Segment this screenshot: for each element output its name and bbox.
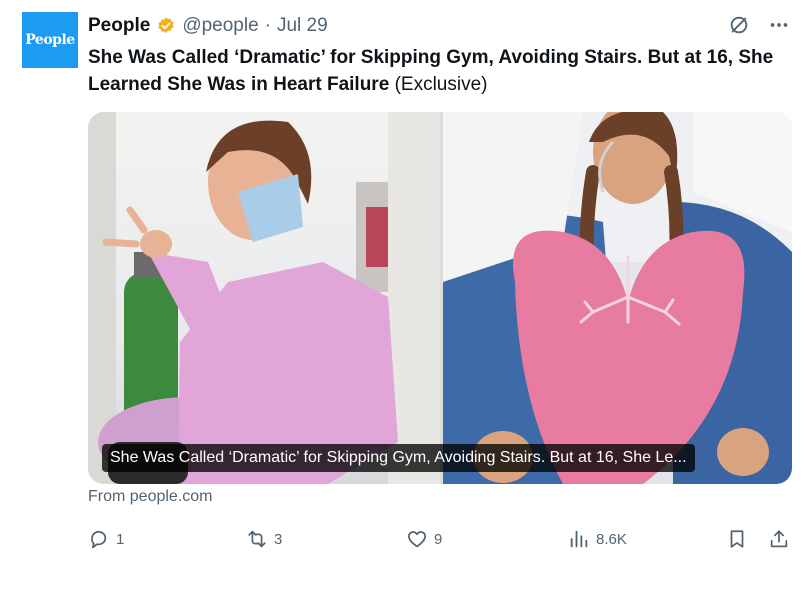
author-name[interactable]: People	[88, 15, 150, 37]
tweet-text: She Was Called ‘Dramatic’ for Skipping G…	[88, 44, 798, 98]
top-icons	[728, 14, 790, 36]
photo-left-illustration	[88, 112, 440, 484]
views-button[interactable]: 8.6K	[568, 528, 627, 550]
grok-icon[interactable]	[728, 14, 750, 36]
more-options-icon[interactable]	[768, 14, 790, 36]
tweet[interactable]: People People @people · Jul 29 She Was C…	[0, 0, 810, 602]
bookmark-button[interactable]	[726, 528, 748, 550]
card-source-link[interactable]: From people.com	[88, 488, 213, 506]
share-button[interactable]	[768, 528, 790, 550]
share-icon	[770, 530, 788, 548]
author-handle[interactable]: @people	[182, 15, 258, 37]
card-caption: She Was Called ‘Dramatic’ for Skipping G…	[102, 444, 695, 472]
headline-suffix: (Exclusive)	[394, 74, 488, 95]
avatar[interactable]: People	[22, 12, 78, 68]
separator-dot: ·	[264, 15, 271, 36]
avatar-logo-text: People	[25, 32, 75, 48]
reply-button[interactable]: 1	[88, 528, 124, 550]
views-count: 8.6K	[596, 530, 627, 548]
tweet-header: People @people · Jul 29	[88, 12, 328, 40]
reply-icon	[91, 530, 107, 549]
action-bar: 1 3 9 8.6K	[88, 528, 794, 554]
photo-right	[443, 112, 792, 484]
retweet-count: 3	[274, 530, 283, 548]
reply-count: 1	[116, 530, 125, 548]
bookmark-icon	[730, 530, 744, 548]
heart-icon	[407, 531, 427, 548]
like-count: 9	[434, 530, 443, 548]
retweet-button[interactable]: 3	[246, 528, 282, 550]
photo-left	[88, 112, 440, 484]
views-bar-chart-icon	[570, 530, 588, 548]
like-button[interactable]: 9	[406, 528, 442, 550]
link-card-image[interactable]: She Was Called ‘Dramatic’ for Skipping G…	[88, 112, 792, 484]
verified-badge-icon	[158, 17, 174, 34]
tweet-date[interactable]: Jul 29	[277, 15, 328, 37]
retweet-icon	[248, 530, 266, 548]
photo-right-illustration	[443, 112, 792, 484]
